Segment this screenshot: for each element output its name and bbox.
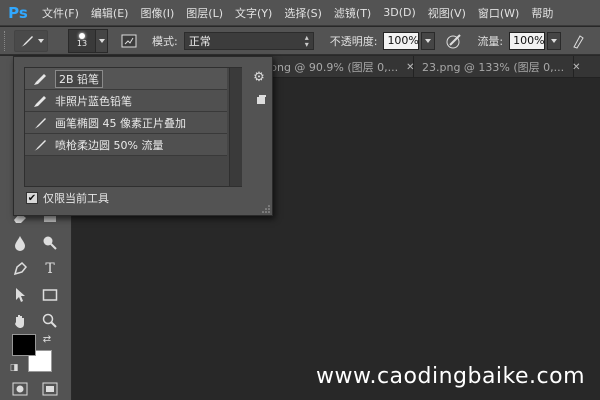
chevron-down-icon <box>425 38 432 43</box>
close-icon[interactable]: ✕ <box>572 62 580 73</box>
pen-icon <box>13 261 28 276</box>
menu-select[interactable]: 选择(S) <box>278 0 328 26</box>
resize-grip-icon[interactable] <box>262 205 270 213</box>
new-preset-icon <box>257 95 266 104</box>
pencil-brush-icon <box>31 93 49 109</box>
brush-tool-icon <box>20 35 33 47</box>
opacity-slider-toggle[interactable] <box>421 31 436 50</box>
options-bar: 13 模式: 正常 ▴ ▾ 不透明度: 100% 流量: 100% <box>0 27 600 55</box>
default-colors-icon[interactable]: ◨ <box>8 362 20 374</box>
menu-bar: Ps 文件(F) 编辑(E) 图像(I) 图层(L) 文字(Y) 选择(S) 滤… <box>0 0 600 26</box>
flow-label: 流量: <box>477 34 504 48</box>
opacity-input[interactable]: 100% <box>383 31 420 50</box>
quick-mask-button[interactable] <box>8 378 32 400</box>
mode-value: 正常 <box>188 34 211 48</box>
brush-preset-picker: 2B 铅笔 非照片蓝色铅笔 画笔椭圆 45 像素正片叠加 喷枪柔边圆 50% 流… <box>13 56 273 216</box>
type-tool[interactable]: T <box>38 258 62 280</box>
tool-preset-picker[interactable] <box>14 29 48 52</box>
menu-3d[interactable]: 3D(D) <box>377 0 422 26</box>
updown-arrows-icon: ▴ ▾ <box>304 32 309 49</box>
airbrush-icon <box>573 34 584 49</box>
chevron-down-icon <box>37 38 44 43</box>
tab-label: 23.png @ 133% (图层 0,... <box>422 61 565 74</box>
zoom-tool[interactable] <box>38 310 62 332</box>
options-bar-grip[interactable] <box>4 30 10 51</box>
menu-layer[interactable]: 图层(L) <box>180 0 229 26</box>
brush-preset-button[interactable]: 13 <box>68 28 96 53</box>
brush-panel-icon <box>121 34 137 47</box>
tab-document-2[interactable]: 23.png @ 133% (图层 0,... ✕ <box>414 56 581 78</box>
brush-panel-toggle[interactable] <box>118 31 140 51</box>
preset-item[interactable]: 喷枪柔边圆 50% 流量 <box>25 134 227 156</box>
dodge-icon <box>43 236 57 250</box>
airbrush-toggle[interactable] <box>567 31 589 51</box>
brush-size-value: 13 <box>76 39 88 48</box>
menu-window[interactable]: 窗口(W) <box>472 0 525 26</box>
pen-tool[interactable] <box>8 258 32 280</box>
path-selection-tool[interactable] <box>8 284 32 306</box>
preset-list: 2B 铅笔 非照片蓝色铅笔 画笔椭圆 45 像素正片叠加 喷枪柔边圆 50% 流… <box>24 67 242 187</box>
swap-colors-icon[interactable]: ⇄ <box>40 332 54 346</box>
menu-edit[interactable]: 编辑(E) <box>85 0 135 26</box>
blur-tool[interactable] <box>8 232 32 254</box>
chevron-down-icon <box>98 38 105 43</box>
mode-label: 模式: <box>152 34 178 48</box>
mode-select[interactable]: 正常 ▴ ▾ <box>183 31 314 50</box>
preset-label: 2B 铅笔 <box>55 69 104 88</box>
pencil-brush-icon <box>31 71 49 87</box>
brush-icon <box>31 115 49 131</box>
arrow-cursor-icon <box>16 288 25 302</box>
menu-type[interactable]: 文字(Y) <box>229 0 278 26</box>
gear-icon[interactable]: ⚙ <box>250 69 268 85</box>
preset-label: 非照片蓝色铅笔 <box>55 94 132 108</box>
tab-label: png @ 90.9% (图层 0,... <box>270 61 399 74</box>
pen-pressure-icon <box>446 33 462 48</box>
preset-list-scrollbar[interactable] <box>229 68 242 186</box>
chevron-down-icon <box>551 38 558 43</box>
menu-image[interactable]: 图像(I) <box>134 0 180 26</box>
rectangle-tool[interactable] <box>38 284 62 306</box>
preset-item[interactable]: 画笔椭圆 45 像素正片叠加 <box>25 112 227 134</box>
only-current-checkbox[interactable]: ✔ <box>26 192 38 204</box>
dodge-tool[interactable] <box>38 232 62 254</box>
flow-slider-toggle[interactable] <box>547 31 562 50</box>
opacity-label: 不透明度: <box>329 34 378 48</box>
preset-label: 喷枪柔边圆 50% 流量 <box>55 138 164 152</box>
pressure-opacity-toggle[interactable] <box>443 31 465 51</box>
new-preset-button[interactable] <box>254 93 268 107</box>
airbrush-icon <box>31 137 49 153</box>
preset-item[interactable]: 2B 铅笔 <box>25 68 227 90</box>
zoom-icon <box>42 313 57 328</box>
menu-file[interactable]: 文件(F) <box>36 0 85 26</box>
watermark-text: www.caodingbaike.com <box>316 364 586 389</box>
menu-help[interactable]: 帮助 <box>525 0 559 26</box>
screen-mode-button[interactable] <box>38 378 62 400</box>
only-current-tool-option[interactable]: ✔ 仅限当前工具 <box>26 190 109 206</box>
flow-input[interactable]: 100% <box>509 31 546 50</box>
drop-icon <box>15 236 25 251</box>
preset-item[interactable]: 非照片蓝色铅笔 <box>25 90 227 112</box>
brush-preset-dropdown[interactable] <box>96 28 108 53</box>
photoshop-logo: Ps <box>8 3 28 22</box>
menu-view[interactable]: 视图(V) <box>422 0 472 26</box>
only-current-label: 仅限当前工具 <box>43 192 109 205</box>
hand-tool[interactable] <box>8 310 32 332</box>
menu-filter[interactable]: 滤镜(T) <box>328 0 377 26</box>
tab-document-1[interactable]: png @ 90.9% (图层 0,... ✕ <box>262 56 415 78</box>
preset-label: 画笔椭圆 45 像素正片叠加 <box>55 116 186 130</box>
foreground-color-swatch[interactable] <box>12 334 36 356</box>
rectangle-icon <box>42 289 58 301</box>
quick-mask-icon <box>12 382 28 396</box>
screen-mode-icon <box>42 382 58 396</box>
hand-icon <box>15 315 24 328</box>
